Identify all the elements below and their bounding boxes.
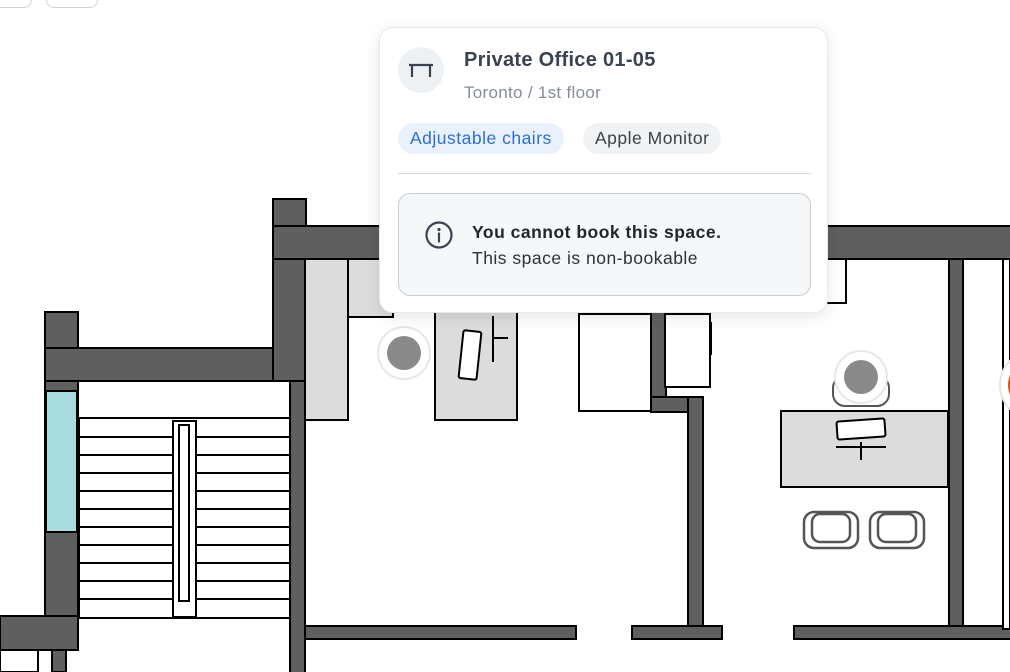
wall-segment — [0, 615, 79, 651]
wall-segment — [793, 625, 1010, 640]
seat-marker[interactable] — [377, 326, 431, 380]
wall-bottom-left — [0, 649, 39, 672]
divider — [398, 173, 811, 174]
wall-segment — [44, 347, 296, 382]
space-title: Private Office 01-05 — [464, 49, 656, 71]
space-location: Toronto / 1st floor — [464, 83, 602, 102]
staircase — [78, 417, 291, 619]
info-icon — [425, 221, 453, 249]
cabinet-right — [664, 313, 711, 388]
wall-segment — [687, 396, 704, 628]
wall-segment — [304, 625, 577, 640]
wall-right-edge — [1002, 258, 1010, 630]
wall-segment — [272, 225, 394, 260]
notice-message: This space is non-bookable — [472, 248, 699, 268]
wall-segment — [948, 258, 964, 630]
wall-segment — [51, 649, 67, 672]
wall-segment — [650, 299, 667, 413]
monitor — [835, 417, 887, 441]
amenity-chip: Apple Monitor — [583, 123, 722, 154]
chair — [802, 510, 926, 550]
wall-segment — [289, 380, 306, 672]
space-details-popover: Private Office 01-05 Toronto / 1st floor… — [379, 27, 828, 313]
seat-marker[interactable] — [832, 350, 890, 407]
amenity-chip: Adjustable chairs — [398, 123, 564, 154]
desk-icon — [398, 47, 444, 93]
map-control-button[interactable] — [0, 0, 32, 8]
wall-segment — [631, 625, 723, 640]
cabinet — [304, 258, 349, 421]
wall-segment — [819, 225, 1010, 260]
cabinet-right — [578, 313, 652, 412]
monitor — [457, 329, 483, 381]
window — [45, 390, 78, 533]
map-control-button[interactable] — [46, 0, 98, 8]
notice-title: You cannot book this space. — [472, 222, 722, 242]
booking-notice: You cannot book this space. This space i… — [398, 193, 811, 296]
